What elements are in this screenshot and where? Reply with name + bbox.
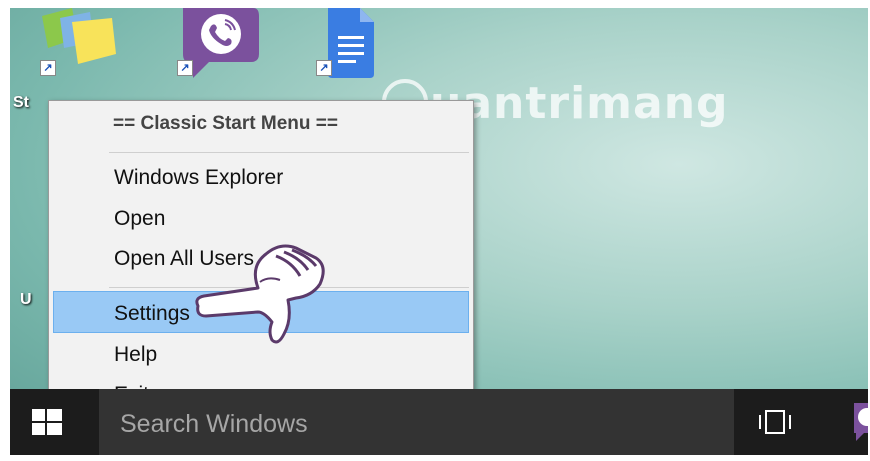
menu-item-windows-explorer[interactable]: Windows Explorer (53, 158, 469, 196)
search-placeholder: Search Windows (120, 410, 308, 438)
google-docs-desktop-icon[interactable]: ↗ (316, 8, 376, 85)
menu-item-label: Settings (114, 302, 190, 325)
desktop-icon-label: St (13, 94, 29, 111)
shortcut-arrow-icon: ↗ (40, 60, 56, 76)
sticky-notes-desktop-icon[interactable]: ↗ (38, 8, 118, 76)
menu-header: == Classic Start Menu == (113, 113, 338, 134)
taskbar: Search Windows (10, 389, 868, 455)
start-button[interactable] (32, 409, 62, 442)
pointing-hand-icon (195, 244, 325, 344)
menu-item-open[interactable]: Open (53, 199, 469, 237)
viber-icon (854, 403, 868, 441)
viber-taskbar-button[interactable] (850, 401, 868, 446)
task-view-button[interactable] (758, 409, 792, 440)
menu-item-label: Windows Explorer (114, 166, 284, 189)
shortcut-arrow-icon: ↗ (316, 60, 332, 76)
viber-desktop-icon[interactable]: ↗ (175, 8, 261, 85)
menu-separator (109, 152, 469, 153)
desktop-icon-label: U (20, 291, 32, 308)
task-view-icon (759, 410, 791, 434)
shortcut-arrow-icon: ↗ (177, 60, 193, 76)
desktop: ↗ St ↗ ↗ U uantrimang == Classic Start M… (10, 8, 868, 455)
windows-logo-icon (32, 409, 62, 435)
menu-item-label: Open (114, 207, 166, 230)
menu-item-label: Help (114, 343, 158, 366)
search-box[interactable]: Search Windows (99, 389, 734, 455)
